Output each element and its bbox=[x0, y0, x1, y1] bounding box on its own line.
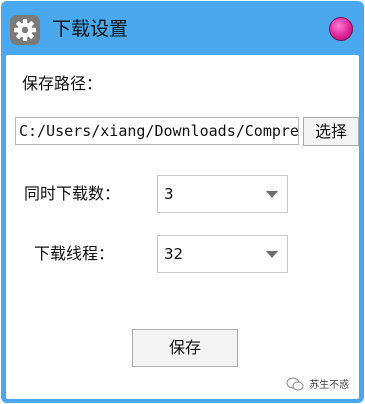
concurrent-downloads-value: 3 bbox=[164, 185, 174, 203]
concurrent-downloads-label: 同时下载数： bbox=[24, 184, 121, 203]
settings-panel: 保存路径： C:/Users/xiang/Downloads/Compress … bbox=[6, 55, 359, 399]
save-path-input[interactable]: C:/Users/xiang/Downloads/Compress bbox=[15, 117, 299, 145]
save-button[interactable]: 保存 bbox=[132, 329, 238, 367]
watermark-text: 苏生不惑 bbox=[309, 380, 350, 391]
concurrent-downloads-select[interactable]: 3 bbox=[157, 175, 288, 213]
title-bar[interactable]: 下载设置 bbox=[1, 1, 364, 55]
chevron-down-icon bbox=[266, 191, 278, 198]
settings-window: 下载设置 保存路径： C:/Users/xiang/Downloads/Comp… bbox=[1, 1, 364, 403]
window-title: 下载设置 bbox=[52, 18, 129, 40]
chevron-down-icon bbox=[266, 251, 278, 258]
threads-value: 32 bbox=[164, 245, 184, 263]
wechat-icon bbox=[286, 377, 304, 394]
watermark: 苏生不惑 bbox=[286, 376, 349, 394]
browse-button[interactable]: 选择 bbox=[303, 117, 359, 146]
threads-label: 下载线程： bbox=[34, 244, 115, 263]
threads-select[interactable]: 32 bbox=[157, 235, 288, 273]
gear-icon bbox=[10, 15, 40, 45]
save-path-label: 保存路径： bbox=[22, 74, 103, 93]
close-icon[interactable] bbox=[329, 17, 353, 41]
